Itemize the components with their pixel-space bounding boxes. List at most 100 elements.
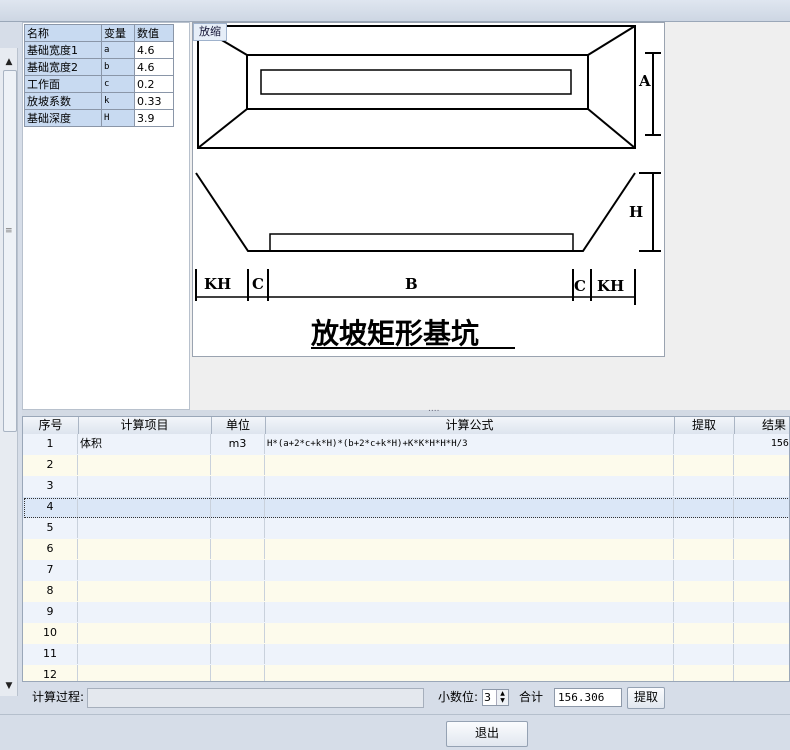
- row-extract-cell[interactable]: [674, 434, 734, 454]
- row-formula-cell[interactable]: [265, 644, 674, 664]
- var-value-cell[interactable]: 3.9: [134, 109, 174, 127]
- variables-panel: 名称 变量 数值 基础宽度1 a 4.6 基础宽度2 b 4.6 工作面 c 0…: [22, 22, 190, 410]
- var-value-cell[interactable]: 4.6: [134, 58, 174, 76]
- exit-button[interactable]: 退出: [446, 721, 528, 747]
- row-formula-cell[interactable]: [265, 665, 674, 681]
- row-extract-cell[interactable]: [674, 602, 734, 622]
- scroll-up-arrow-icon[interactable]: ▲: [0, 54, 18, 70]
- process-field[interactable]: [87, 688, 424, 708]
- row-extract-cell[interactable]: [674, 623, 734, 643]
- row-item-cell[interactable]: [78, 560, 211, 580]
- row-extract-cell[interactable]: [674, 644, 734, 664]
- row-formula-cell[interactable]: [265, 518, 674, 538]
- row-item-cell[interactable]: [78, 623, 211, 643]
- row-unit-cell[interactable]: [211, 455, 265, 475]
- table-row[interactable]: 11: [23, 644, 789, 666]
- total-field[interactable]: 156.306: [554, 688, 622, 707]
- table-row[interactable]: 1 体积 m3 H*(a+2*c+k*H)*(b+2*c+k*H)+K*K*H*H*H…: [23, 434, 789, 456]
- col-header-no[interactable]: 序号: [23, 417, 79, 434]
- row-item-cell[interactable]: [78, 644, 211, 664]
- vars-header-var: 变量: [101, 24, 135, 42]
- row-unit-cell[interactable]: [211, 518, 265, 538]
- row-formula-cell[interactable]: [265, 602, 674, 622]
- row-extract-cell[interactable]: [674, 560, 734, 580]
- table-row[interactable]: 7: [23, 560, 789, 582]
- var-name-cell: 工作面: [24, 75, 102, 93]
- section-foundation: [269, 233, 574, 252]
- col-header-formula[interactable]: 计算公式: [265, 417, 675, 434]
- zoom-button[interactable]: 放缩: [193, 23, 227, 41]
- row-formula-cell[interactable]: [265, 581, 674, 601]
- row-item-cell[interactable]: [78, 665, 211, 681]
- row-extract-cell[interactable]: [674, 581, 734, 601]
- row-extract-cell[interactable]: [674, 539, 734, 559]
- row-unit-cell[interactable]: [211, 560, 265, 580]
- col-header-unit[interactable]: 单位: [211, 417, 266, 434]
- row-no-cell: 9: [23, 602, 78, 622]
- row-item-cell[interactable]: [78, 497, 211, 517]
- row-no-cell: 4: [23, 497, 78, 517]
- row-unit-cell[interactable]: [211, 497, 265, 517]
- col-header-result[interactable]: 结果: [734, 417, 789, 434]
- table-row[interactable]: 6: [23, 539, 789, 561]
- table-row[interactable]: 3: [23, 476, 789, 498]
- row-unit-cell[interactable]: [211, 602, 265, 622]
- row-item-cell[interactable]: 体积: [78, 434, 211, 454]
- var-value-cell[interactable]: 0.2: [134, 75, 174, 93]
- row-extract-cell[interactable]: [674, 455, 734, 475]
- var-value-cell[interactable]: 0.33: [134, 92, 174, 110]
- row-formula-cell[interactable]: [265, 623, 674, 643]
- diagram-title: 放坡矩形基坑: [310, 317, 479, 350]
- splitter-grip-icon: ....: [428, 404, 440, 414]
- row-no-cell: 2: [23, 455, 78, 475]
- spinner-arrows-icon[interactable]: ▲ ▼: [496, 690, 508, 705]
- scroll-down-arrow-icon[interactable]: ▼: [0, 678, 18, 694]
- var-symbol-cell: c: [101, 75, 135, 93]
- row-formula-cell[interactable]: H*(a+2*c+k*H)*(b+2*c+k*H)+K*K*H*H*H/3: [265, 434, 674, 454]
- row-no-cell: 8: [23, 581, 78, 601]
- row-item-cell[interactable]: [78, 581, 211, 601]
- table-row[interactable]: 8: [23, 581, 789, 603]
- row-unit-cell[interactable]: m3: [211, 434, 265, 454]
- row-extract-cell[interactable]: [674, 665, 734, 681]
- plan-outer-rect: [197, 25, 636, 149]
- col-header-extract[interactable]: 提取: [674, 417, 735, 434]
- row-result-cell: [734, 665, 789, 681]
- row-formula-cell[interactable]: [265, 539, 674, 559]
- scrollbar-thumb[interactable]: [3, 70, 17, 432]
- row-formula-cell[interactable]: [265, 560, 674, 580]
- row-result-cell: 156.3: [734, 434, 789, 454]
- table-row[interactable]: 10: [23, 623, 789, 645]
- col-header-item[interactable]: 计算项目: [78, 417, 212, 434]
- row-item-cell[interactable]: [78, 539, 211, 559]
- table-row[interactable]: 9: [23, 602, 789, 624]
- row-result-cell: [734, 623, 789, 643]
- row-unit-cell[interactable]: [211, 623, 265, 643]
- row-item-cell[interactable]: [78, 518, 211, 538]
- vertical-scrollbar[interactable]: ▲ ≡ ▼: [0, 48, 18, 696]
- row-formula-cell[interactable]: [265, 455, 674, 475]
- row-item-cell[interactable]: [78, 476, 211, 496]
- row-formula-cell[interactable]: [265, 497, 674, 517]
- vars-row: 放坡系数 k 0.33: [24, 92, 174, 110]
- decimals-spinner[interactable]: 3 ▲ ▼: [482, 689, 509, 706]
- row-result-cell: [734, 644, 789, 664]
- table-row[interactable]: 12: [23, 665, 789, 681]
- row-item-cell[interactable]: [78, 455, 211, 475]
- table-row[interactable]: 5: [23, 518, 789, 540]
- row-unit-cell[interactable]: [211, 581, 265, 601]
- row-extract-cell[interactable]: [674, 497, 734, 517]
- row-extract-cell[interactable]: [674, 518, 734, 538]
- table-row[interactable]: 2: [23, 455, 789, 477]
- row-formula-cell[interactable]: [265, 476, 674, 496]
- table-row[interactable]: 4: [23, 497, 789, 519]
- row-unit-cell[interactable]: [211, 539, 265, 559]
- row-unit-cell[interactable]: [211, 476, 265, 496]
- row-unit-cell[interactable]: [211, 644, 265, 664]
- row-unit-cell[interactable]: [211, 665, 265, 681]
- row-item-cell[interactable]: [78, 602, 211, 622]
- extract-button[interactable]: 提取: [627, 687, 665, 709]
- row-extract-cell[interactable]: [674, 476, 734, 496]
- var-value-cell[interactable]: 4.6: [134, 41, 174, 59]
- row-result-cell: [734, 560, 789, 580]
